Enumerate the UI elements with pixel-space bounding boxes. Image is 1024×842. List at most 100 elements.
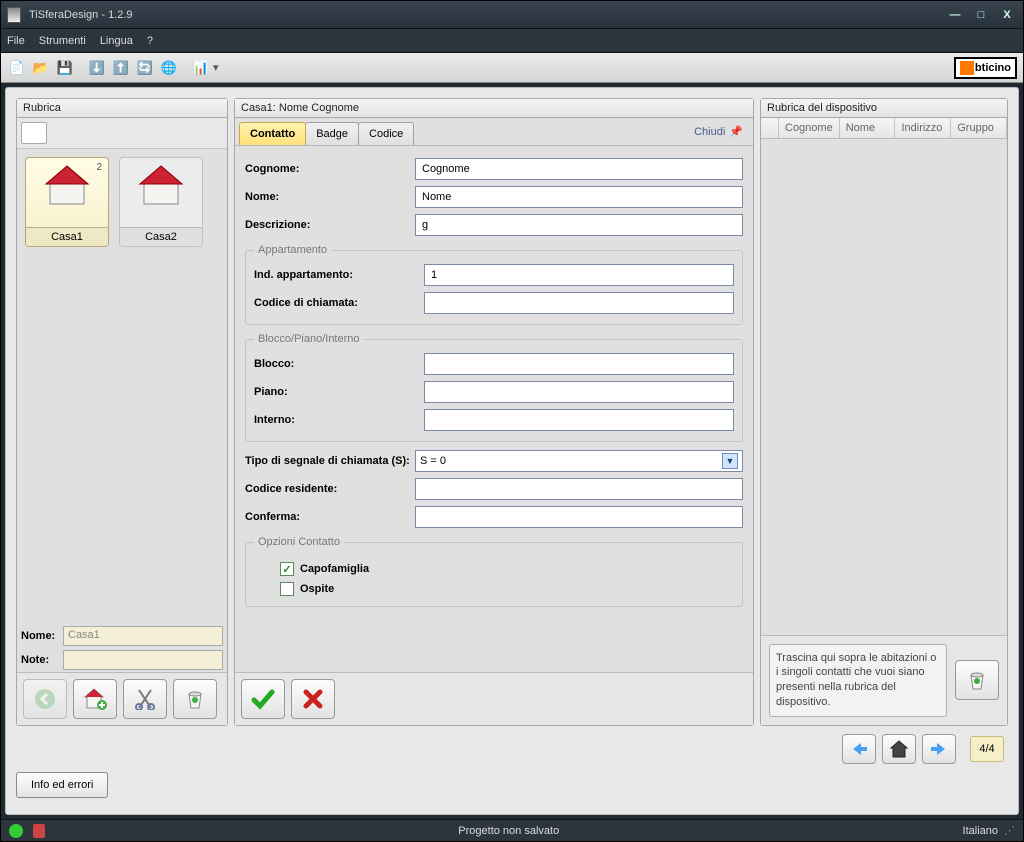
device-trash-button[interactable]	[955, 660, 999, 700]
close-window-button[interactable]: X	[997, 8, 1017, 22]
confirm-button[interactable]	[241, 679, 285, 719]
opz-legend: Opzioni Contatto	[254, 536, 344, 548]
new-icon[interactable]: 📄	[7, 58, 27, 78]
house-card-casa2[interactable]: Casa2	[119, 157, 203, 247]
open-icon[interactable]: 📂	[31, 58, 51, 78]
list-view-icon[interactable]	[21, 122, 47, 144]
nome-label: Nome:	[21, 630, 63, 642]
back-button[interactable]	[23, 679, 67, 719]
cognome-label: Cognome:	[245, 163, 415, 175]
col-indirizzo[interactable]: Indirizzo	[895, 118, 951, 138]
cognome-input[interactable]	[415, 158, 743, 180]
device-rubrica-panel: Rubrica del dispositivo Cognome Nome Ind…	[760, 98, 1008, 726]
tab-codice[interactable]: Codice	[358, 122, 414, 145]
minimize-button[interactable]: —	[945, 8, 965, 22]
sync-icon[interactable]: 🔄	[135, 58, 155, 78]
info-errors-button[interactable]: Info ed errori	[16, 772, 108, 798]
status-doc-icon	[33, 824, 45, 838]
descr-input[interactable]	[415, 214, 743, 236]
col-blank[interactable]	[761, 118, 779, 138]
nome-label-mid: Nome:	[245, 191, 415, 203]
menu-help[interactable]: ?	[147, 35, 153, 47]
cut-button[interactable]	[123, 679, 167, 719]
menu-lingua[interactable]: Lingua	[100, 35, 133, 47]
house-card-casa1[interactable]: 2 Casa1	[25, 157, 109, 247]
note-field[interactable]	[63, 650, 223, 670]
indapp-label: Ind. appartamento:	[254, 269, 424, 281]
save-icon[interactable]: 💾	[55, 58, 75, 78]
rubrica-header: Rubrica	[17, 99, 227, 118]
status-ok-icon	[9, 824, 23, 838]
ospite-label: Ospite	[300, 583, 334, 595]
interno-input[interactable]	[424, 409, 734, 431]
note-label: Note:	[21, 654, 63, 666]
piano-label: Piano:	[254, 386, 424, 398]
device-rubrica-header: Rubrica del dispositivo	[761, 99, 1007, 118]
menu-file[interactable]: File	[7, 35, 25, 47]
chart-icon[interactable]: 📊	[191, 58, 211, 78]
app-window: TiSferaDesign - 1.2.9 — □ X File Strumen…	[0, 0, 1024, 842]
contact-header: Casa1: Nome Cognome	[235, 99, 753, 118]
tipo-select[interactable]: S = 0▼	[415, 450, 743, 472]
codchiam-label: Codice di chiamata:	[254, 297, 424, 309]
contact-panel: Casa1: Nome Cognome Contatto Badge Codic…	[234, 98, 754, 726]
conf-input[interactable]	[415, 506, 743, 528]
add-house-button[interactable]	[73, 679, 117, 719]
col-cognome[interactable]: Cognome	[779, 118, 840, 138]
chart-dd[interactable]: ▾	[213, 61, 219, 74]
maximize-button[interactable]: □	[971, 8, 991, 22]
titlebar: TiSferaDesign - 1.2.9 — □ X	[1, 1, 1023, 29]
app-icon	[7, 7, 21, 23]
descr-label: Descrizione:	[245, 219, 415, 231]
capofamiglia-checkbox[interactable]: ✓	[280, 562, 294, 576]
device-table-body[interactable]	[761, 139, 1007, 635]
contact-tabs: Contatto Badge Codice	[235, 118, 417, 145]
menu-strumenti[interactable]: Strumenti	[39, 35, 86, 47]
tab-badge[interactable]: Badge	[305, 122, 359, 145]
trash-button[interactable]	[173, 679, 217, 719]
indapp-input[interactable]	[424, 264, 734, 286]
blocco-label: Blocco:	[254, 358, 424, 370]
cancel-button[interactable]	[291, 679, 335, 719]
contact-form: Cognome: Nome: Descrizione: Appartamento…	[235, 146, 753, 672]
nav-next-button[interactable]	[922, 734, 956, 764]
house-icon	[136, 164, 186, 208]
menubar: File Strumenti Lingua ?	[1, 29, 1023, 53]
download-icon[interactable]: ⬇️	[87, 58, 107, 78]
globe-icon[interactable]: 🌐	[159, 58, 179, 78]
tipo-label: Tipo di segnale di chiamata (S):	[245, 455, 415, 467]
workarea: Rubrica 2 Casa1 Casa2 Nome:C	[5, 87, 1019, 815]
capofamiglia-label: Capofamiglia	[300, 563, 369, 575]
toolbar: 📄 📂 💾 ⬇️ ⬆️ 🔄 🌐 📊 ▾ bticino	[1, 53, 1023, 83]
form-actions	[235, 672, 753, 725]
house-badge: 2	[96, 162, 102, 173]
pin-icon: 📌	[729, 125, 743, 138]
conf-label: Conferma:	[245, 511, 415, 523]
device-table-header: Cognome Nome Indirizzo Gruppo	[761, 118, 1007, 139]
col-nome[interactable]: Nome	[840, 118, 896, 138]
statusbar: Progetto non salvato Italiano ⋰	[1, 819, 1023, 841]
upload-icon[interactable]: ⬆️	[111, 58, 131, 78]
brand-logo: bticino	[954, 57, 1017, 79]
codres-input[interactable]	[415, 478, 743, 500]
blocco-input[interactable]	[424, 353, 734, 375]
nome-input[interactable]	[415, 186, 743, 208]
close-panel-button[interactable]: Chiudi📌	[694, 125, 743, 138]
nav-home-button[interactable]	[882, 734, 916, 764]
appart-legend: Appartamento	[254, 244, 331, 256]
piano-input[interactable]	[424, 381, 734, 403]
interno-label: Interno:	[254, 414, 424, 426]
nome-field[interactable]: Casa1	[63, 626, 223, 646]
tab-contatto[interactable]: Contatto	[239, 122, 306, 145]
house-label: Casa2	[120, 227, 202, 246]
houses-list: 2 Casa1 Casa2	[17, 149, 227, 255]
ospite-checkbox[interactable]: ✓	[280, 582, 294, 596]
rubrica-panel: Rubrica 2 Casa1 Casa2 Nome:C	[16, 98, 228, 726]
nav-prev-button[interactable]	[842, 734, 876, 764]
codchiam-input[interactable]	[424, 292, 734, 314]
codres-label: Codice residente:	[245, 483, 415, 495]
status-language[interactable]: Italiano	[963, 825, 998, 837]
resize-grip[interactable]: ⋰	[1004, 824, 1015, 837]
group-bpi: Blocco/Piano/Interno Blocco: Piano: Inte…	[245, 333, 743, 442]
col-gruppo[interactable]: Gruppo	[951, 118, 1007, 138]
